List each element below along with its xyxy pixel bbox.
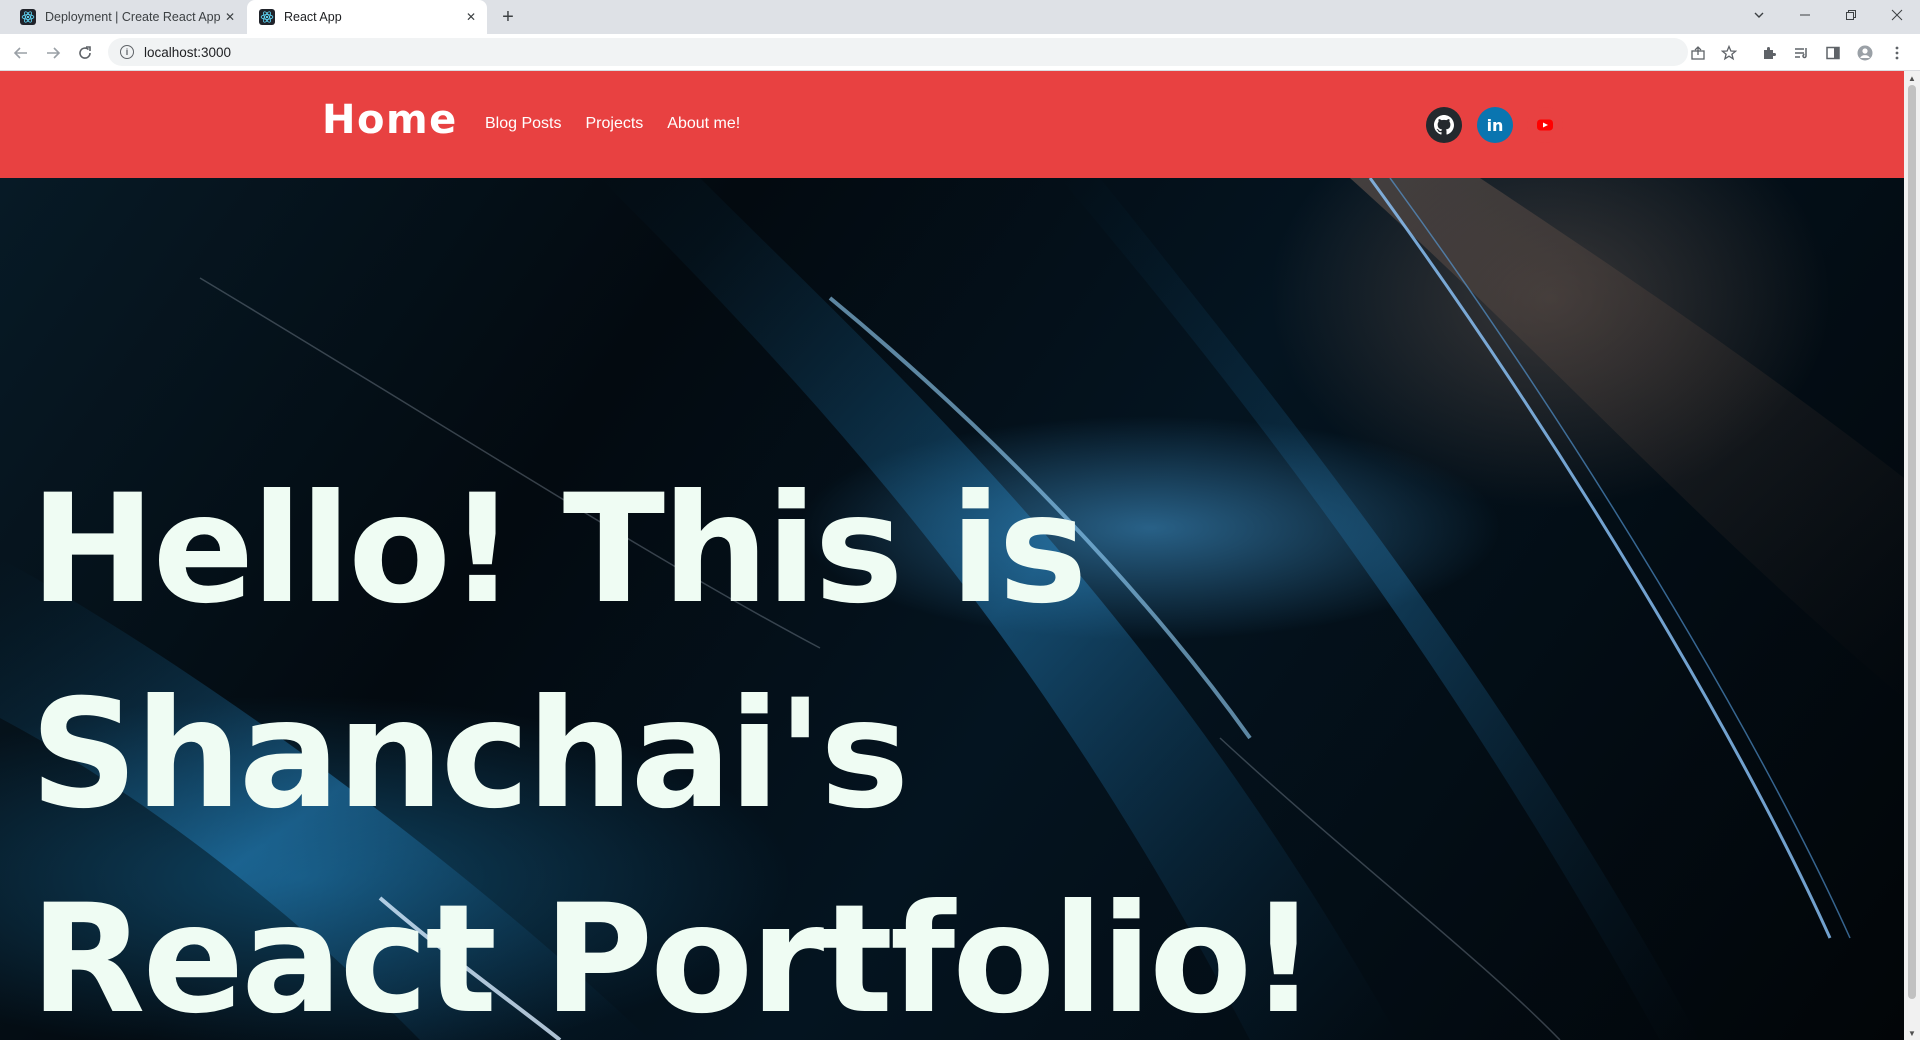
tab-search-icon[interactable] [1736,0,1782,30]
forward-icon[interactable] [40,40,66,66]
info-icon[interactable]: i [120,45,134,59]
address-bar[interactable]: i localhost:3000 [108,38,1688,66]
nav-projects[interactable]: Projects [585,115,643,133]
close-tab-icon[interactable]: ✕ [222,9,238,25]
extensions-icon[interactable] [1756,40,1782,66]
tab-title: React App [284,10,342,24]
restore-icon[interactable] [1828,0,1874,30]
back-icon[interactable] [8,40,34,66]
star-icon[interactable] [1716,40,1742,66]
tab-strip: Deployment | Create React App ✕ React Ap… [0,0,1920,34]
scrollbar-thumb[interactable] [1908,85,1916,999]
new-tab-icon[interactable]: + [496,5,520,29]
url-text: localhost:3000 [144,44,232,60]
nav-about-me[interactable]: About me! [667,115,740,133]
hero-line-2: React Portfolio! [30,873,1318,1040]
site-navbar: Home Blog Posts Projects About me! in [0,71,1904,178]
page-scrollbar[interactable]: ▲ ▼ [1904,71,1920,1040]
tab-title: Deployment | Create React App [45,10,221,24]
close-tab-icon[interactable]: ✕ [463,9,479,25]
minimize-icon[interactable] [1782,0,1828,30]
side-panel-icon[interactable] [1820,40,1846,66]
nav-links: Blog Posts Projects About me! [485,115,740,133]
profile-icon[interactable] [1852,40,1878,66]
github-icon[interactable] [1426,107,1462,143]
linkedin-label: in [1486,115,1504,135]
tab-deployment[interactable]: Deployment | Create React App ✕ [8,0,246,34]
scroll-down-icon[interactable]: ▼ [1904,1026,1920,1040]
reading-list-icon[interactable] [1788,40,1814,66]
linkedin-icon[interactable]: in [1477,107,1513,143]
react-favicon-icon [20,9,36,25]
hero-section: Hello! This is Shanchai's React Portfoli… [0,178,1904,1040]
browser-toolbar: i localhost:3000 [0,34,1920,71]
home-link[interactable]: Home [322,97,458,143]
menu-icon[interactable] [1884,40,1910,66]
hero-headline: Hello! This is Shanchai's React Portfoli… [30,448,1830,1040]
reload-icon[interactable] [72,40,98,66]
nav-blog-posts[interactable]: Blog Posts [485,115,561,133]
share-icon[interactable] [1685,40,1711,66]
youtube-icon[interactable] [1527,107,1563,143]
tab-react-app[interactable]: React App ✕ [247,0,487,34]
page-viewport: Home Blog Posts Projects About me! in He… [0,71,1904,1040]
hero-line-1: Hello! This is Shanchai's [30,463,1088,842]
scroll-up-icon[interactable]: ▲ [1904,71,1920,85]
close-window-icon[interactable] [1874,0,1920,30]
react-favicon-icon [259,9,275,25]
